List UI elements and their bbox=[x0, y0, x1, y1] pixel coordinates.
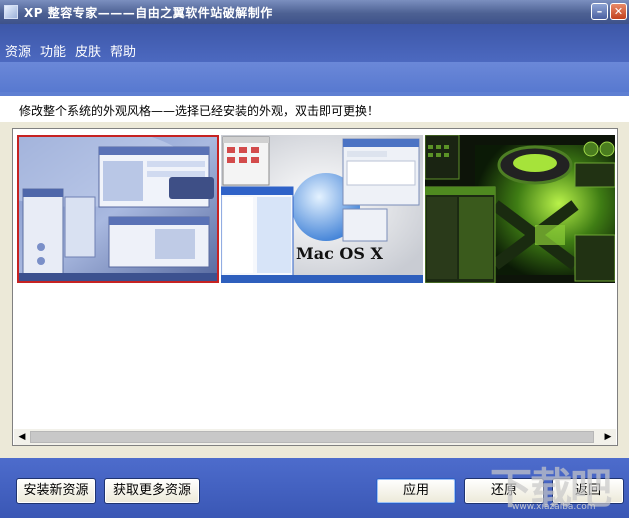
title-bar[interactable]: XP 整容专家———自由之翼软件站破解制作 – ✕ bbox=[0, 0, 629, 24]
menu-bar: 资源 功能 皮肤 帮助 bbox=[0, 24, 629, 62]
install-new-resource-button[interactable]: 安装新资源 bbox=[16, 478, 96, 504]
macosx-theme-preview: Mac OS X bbox=[221, 135, 423, 283]
get-more-resources-button[interactable]: 获取更多资源 bbox=[104, 478, 200, 504]
header-banner bbox=[0, 62, 629, 96]
theme-thumbnail-green[interactable] bbox=[425, 135, 615, 283]
instruction-strip: 修改整个系统的外观风格——选择已经安装的外观，双击即可更换！ bbox=[0, 96, 629, 122]
scroll-left-icon[interactable]: ◀ bbox=[14, 429, 30, 445]
menu-help[interactable]: 帮助 bbox=[110, 41, 136, 60]
close-button[interactable]: ✕ bbox=[610, 3, 627, 20]
theme-thumbnail-blue[interactable] bbox=[17, 135, 219, 283]
menu-skins[interactable]: 皮肤 bbox=[75, 41, 101, 60]
watermark-url: www.xiazaiba.com bbox=[512, 502, 596, 512]
blue-theme-preview bbox=[19, 137, 217, 281]
scroll-right-icon[interactable]: ▶ bbox=[600, 429, 616, 445]
minimize-button[interactable]: – bbox=[591, 3, 608, 20]
window-title: XP 整容专家———自由之翼软件站破解制作 bbox=[24, 6, 273, 20]
green-theme-preview bbox=[425, 135, 615, 283]
theme-list[interactable]: Mac OS X ◀ ▶ bbox=[12, 128, 618, 446]
scrollbar-thumb[interactable] bbox=[30, 431, 594, 443]
menu-functions[interactable]: 功能 bbox=[40, 41, 66, 60]
app-icon bbox=[4, 5, 18, 19]
macosx-caption: Mac OS X bbox=[296, 244, 383, 263]
horizontal-scrollbar[interactable]: ◀ ▶ bbox=[14, 429, 616, 445]
apply-button[interactable]: 应用 bbox=[376, 478, 456, 504]
instruction-text: 修改整个系统的外观风格——选择已经安装的外观，双击即可更换！ bbox=[19, 104, 380, 118]
theme-thumbnail-macosx[interactable]: Mac OS X bbox=[221, 135, 423, 283]
menu-resources[interactable]: 资源 bbox=[5, 41, 31, 60]
